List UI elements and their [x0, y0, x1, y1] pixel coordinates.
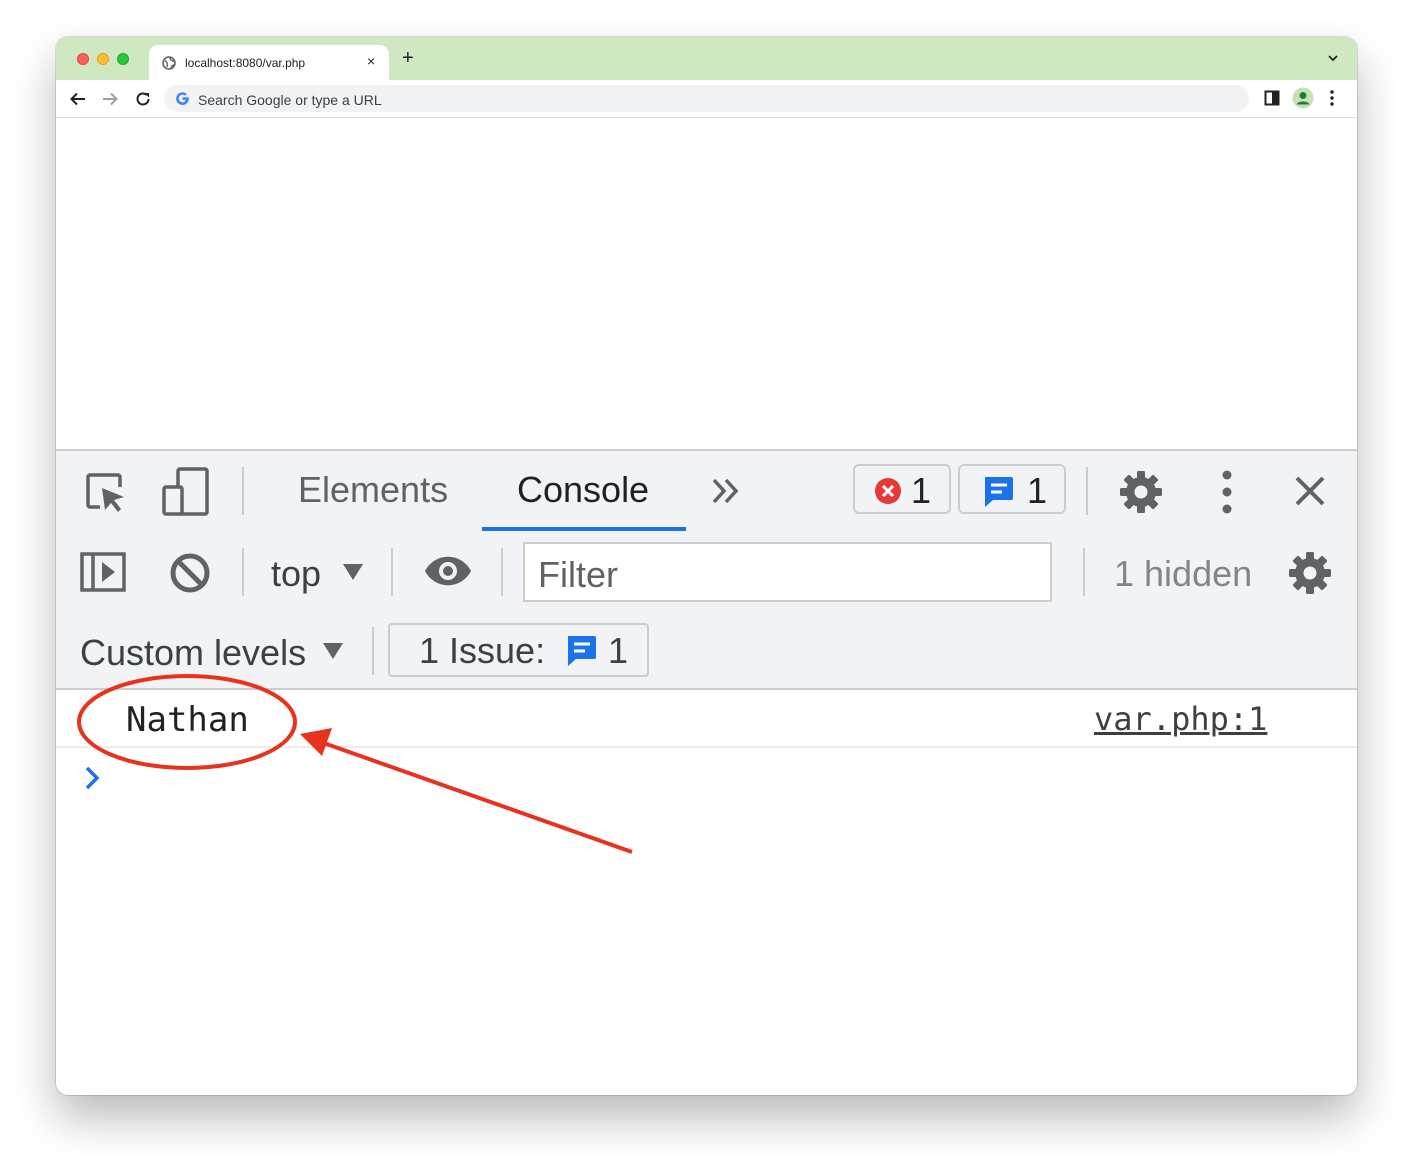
console-toolbar: top Filter 1 hidden Custom levels 1 Issu… — [56, 531, 1357, 690]
console-message-text: Nathan — [126, 700, 249, 740]
message-count: 1 — [1027, 470, 1048, 511]
tab-strip: localhost:8080/var.php × + — [56, 37, 1357, 80]
issues-count: 1 — [608, 630, 629, 671]
clear-console-icon[interactable] — [169, 552, 211, 594]
issues-label: 1 Issue: — [419, 630, 546, 671]
error-icon — [875, 478, 901, 504]
minimize-window-button[interactable] — [97, 53, 109, 65]
inspect-element-icon[interactable] — [84, 471, 128, 515]
close-devtools-icon[interactable] — [1294, 475, 1326, 507]
log-levels-selector[interactable]: Custom levels — [80, 632, 306, 674]
toolbar-divider — [501, 548, 503, 596]
message-counter-button[interactable]: 1 — [958, 464, 1066, 514]
console-message-source-link[interactable]: var.php:1 — [1094, 700, 1267, 738]
live-expression-eye-icon[interactable] — [423, 555, 473, 587]
filter-input[interactable]: Filter — [523, 542, 1052, 602]
context-selector[interactable]: top — [271, 553, 321, 595]
settings-gear-icon[interactable] — [1119, 470, 1163, 514]
message-icon — [985, 477, 1013, 507]
console-settings-gear-icon[interactable] — [1288, 551, 1332, 595]
toolbar-divider — [242, 467, 244, 515]
browser-window: localhost:8080/var.php × + Search Google… — [56, 37, 1357, 1095]
google-g-icon — [176, 92, 189, 105]
reload-icon[interactable] — [134, 90, 152, 108]
devtools-menu-icon[interactable] — [1220, 470, 1234, 514]
omnibox[interactable]: Search Google or type a URL — [164, 85, 1249, 112]
devtools-tab-bar: Elements Console 1 1 — [56, 449, 1357, 533]
toolbar-divider — [1086, 467, 1088, 515]
issues-button[interactable]: 1 Issue: 1 — [388, 623, 649, 677]
console-prompt-chevron-icon[interactable] — [84, 765, 102, 791]
toolbar-divider — [1083, 548, 1085, 596]
hidden-messages-count: 1 hidden — [1114, 553, 1253, 594]
browser-menu-icon[interactable] — [1329, 90, 1335, 106]
page-viewport — [56, 118, 1357, 449]
issue-message-icon — [568, 636, 596, 666]
tab-elements[interactable]: Elements — [298, 469, 448, 511]
tab-search-chevron-icon[interactable] — [1326, 51, 1340, 65]
profile-avatar-icon[interactable] — [1292, 87, 1314, 109]
toolbar-divider — [242, 548, 244, 596]
new-tab-button[interactable]: + — [402, 48, 414, 68]
tab-console[interactable]: Console — [517, 469, 649, 511]
tab-title: localhost:8080/var.php — [185, 56, 306, 70]
console-message-row: Nathan var.php:1 — [56, 689, 1357, 748]
zoom-window-button[interactable] — [117, 53, 129, 65]
more-tabs-chevron-icon[interactable] — [711, 477, 741, 505]
toolbar-divider — [391, 548, 393, 596]
browser-tab[interactable]: localhost:8080/var.php × — [149, 45, 389, 80]
back-arrow-icon[interactable] — [69, 90, 87, 108]
dropdown-triangle-icon[interactable] — [342, 563, 364, 581]
error-counter-button[interactable]: 1 — [853, 464, 951, 514]
sidebar-toggle-icon[interactable] — [80, 552, 126, 592]
side-panel-icon[interactable] — [1264, 90, 1280, 106]
filter-placeholder: Filter — [538, 554, 618, 595]
toolbar-divider — [372, 627, 374, 675]
omnibox-placeholder: Search Google or type a URL — [198, 92, 382, 108]
close-window-button[interactable] — [77, 53, 89, 65]
globe-icon — [162, 56, 176, 70]
console-input-area[interactable] — [116, 753, 1336, 1073]
browser-toolbar: Search Google or type a URL — [56, 80, 1357, 118]
forward-arrow-icon[interactable] — [101, 90, 119, 108]
device-toolbar-icon[interactable] — [162, 467, 210, 517]
error-count: 1 — [911, 470, 932, 511]
dropdown-triangle-icon[interactable] — [322, 642, 344, 660]
tab-close-button[interactable]: × — [367, 53, 375, 69]
